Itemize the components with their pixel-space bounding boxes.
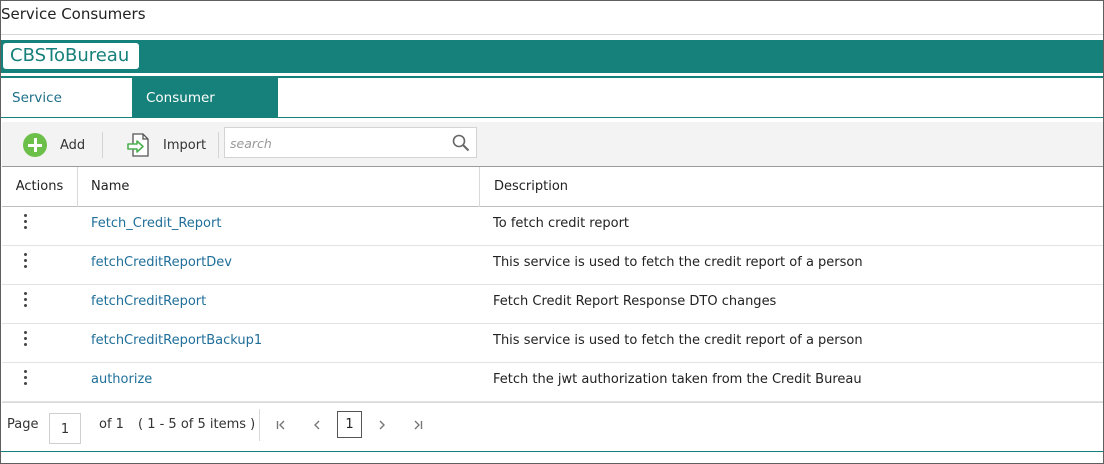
kebab-menu-icon <box>23 253 27 268</box>
kebab-menu-icon <box>23 370 27 385</box>
table-header: Actions Name Description <box>2 167 1103 207</box>
window-title: Service Consumers <box>1 5 146 23</box>
search-icon[interactable] <box>451 133 471 153</box>
row-name-link[interactable]: Fetch_Credit_Report <box>91 207 221 241</box>
items-count-label: ( 1 - 5 of 5 items ) <box>138 417 256 432</box>
pager-separator <box>259 409 260 441</box>
row-actions-button[interactable] <box>2 363 48 401</box>
chevron-right-icon <box>379 420 385 430</box>
kebab-menu-icon <box>23 292 27 307</box>
row-description: To fetch credit report <box>493 216 630 231</box>
row-description: Fetch Credit Report Response DTO changes <box>493 294 777 309</box>
kebab-menu-icon <box>23 331 27 346</box>
row-description: This service is used to fetch the credit… <box>493 255 863 270</box>
row-actions-button[interactable] <box>2 285 48 323</box>
chevron-left-icon <box>314 420 320 430</box>
service-consumers-window: Service Consumers CBSToBureau Service Pr… <box>0 0 1104 464</box>
import-button-label: Import <box>163 137 207 153</box>
table-row: fetchCreditReportDev This service is use… <box>2 246 1103 285</box>
column-header-name[interactable]: Name <box>78 167 480 207</box>
row-name-link[interactable]: fetchCreditReport <box>91 285 206 319</box>
table-row: Fetch_Credit_Report To fetch credit repo… <box>2 207 1103 246</box>
row-actions-button[interactable] <box>2 246 48 284</box>
last-page-button[interactable] <box>409 416 427 434</box>
add-button-label: Add <box>60 137 86 153</box>
app-name-chip[interactable]: CBSToBureau <box>3 43 140 69</box>
tab-bar-underline <box>1 117 1103 118</box>
tab-service-providers[interactable]: Service Providers <box>2 78 130 147</box>
bottom-accent-line <box>1 451 1103 452</box>
next-page-button[interactable] <box>373 416 391 434</box>
row-description: This service is used to fetch the credit… <box>493 333 863 348</box>
page-label: Page <box>7 417 39 432</box>
table-row: fetchCreditReport Fetch Credit Report Re… <box>2 285 1103 324</box>
toolbar-separator <box>218 132 219 158</box>
row-name-link[interactable]: authorize <box>91 363 152 397</box>
column-header-description[interactable]: Description <box>480 167 568 207</box>
row-actions-button[interactable] <box>2 324 48 362</box>
last-page-icon <box>414 420 423 430</box>
import-icon <box>127 133 149 157</box>
plus-circle-icon <box>23 133 47 157</box>
row-actions-button[interactable] <box>2 207 48 245</box>
first-page-button[interactable] <box>272 416 290 434</box>
search-box <box>224 127 477 158</box>
page-number-input[interactable]: 1 <box>49 413 81 444</box>
add-button[interactable]: Add <box>23 132 85 158</box>
tab-consumer-services[interactable]: Consumer Services <box>132 78 278 147</box>
toolbar-separator <box>102 132 103 158</box>
tab-bar: Service Providers Consumer Services <box>1 78 1103 147</box>
consumer-services-table: Actions Name Description Fetch_Credit_Re… <box>2 167 1103 402</box>
row-name-link[interactable]: fetchCreditReportDev <box>91 246 232 280</box>
first-page-icon <box>276 420 285 430</box>
import-button[interactable]: Import <box>126 132 206 158</box>
app-header-bar: CBSToBureau <box>1 40 1103 73</box>
row-description: Fetch the jwt authorization taken from t… <box>493 372 862 387</box>
kebab-menu-icon <box>23 214 27 229</box>
page-count-label: of 1 <box>99 417 124 432</box>
title-divider <box>1 34 1103 35</box>
table-row: authorize Fetch the jwt authorization ta… <box>2 363 1103 402</box>
column-header-actions: Actions <box>2 167 78 207</box>
toolbar: Add Import <box>2 122 1103 167</box>
pagination-bar: Page 1 of 1 ( 1 - 5 of 5 items ) 1 <box>2 402 1103 448</box>
row-name-link[interactable]: fetchCreditReportBackup1 <box>91 324 262 358</box>
table-row: fetchCreditReportBackup1 This service is… <box>2 324 1103 363</box>
previous-page-button[interactable] <box>308 416 326 434</box>
current-page-indicator[interactable]: 1 <box>337 411 362 438</box>
search-input[interactable] <box>230 133 445 153</box>
